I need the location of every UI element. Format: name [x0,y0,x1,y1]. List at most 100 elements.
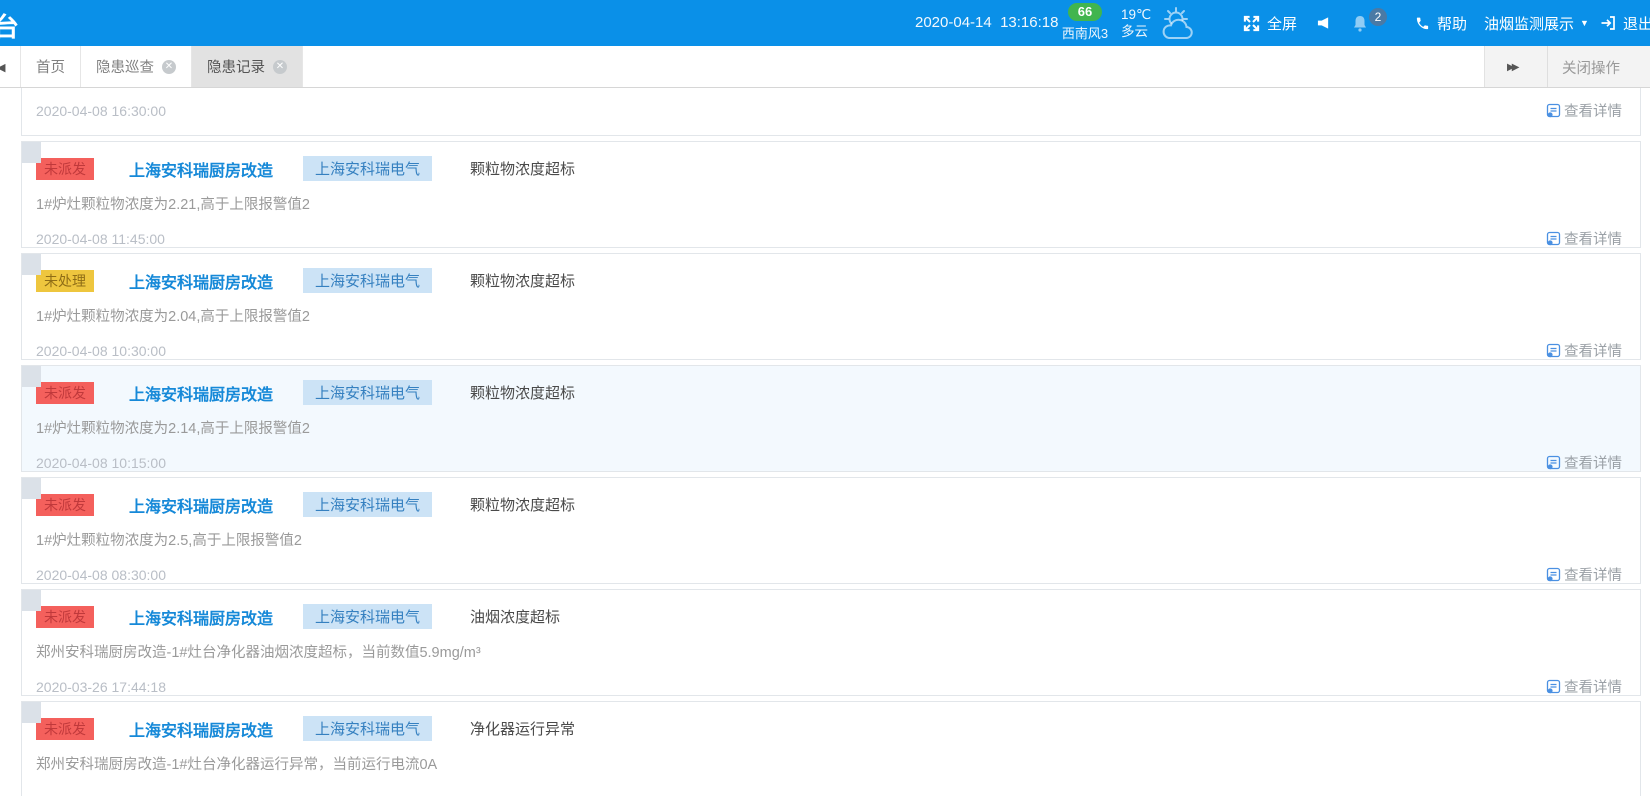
status-badge: 未处理 [36,270,94,292]
view-details-link[interactable]: 查看详情 [1546,228,1622,249]
card-footer: 2020-04-08 10:15:00 查看详情 [36,452,1622,473]
app-switcher-label: 油烟监测展示 [1484,13,1574,34]
card-header-row: 未派发 上海安科瑞厨房改造 上海安科瑞电气 颗粒物浓度超标 [36,493,1622,516]
chevron-down-icon: ▼ [1580,18,1589,28]
bell-icon [1352,15,1368,32]
hazard-type: 颗粒物浓度超标 [470,382,575,403]
top-header: 台 2020-04-14 13:16:18 66 西南风3 19℃ 多云 全屏 [0,0,1650,46]
status-badge: 未派发 [36,158,94,180]
tab-label: 隐患记录 [207,56,265,77]
notification-count-badge[interactable]: 2 [1369,8,1387,26]
hazard-type: 颗粒物浓度超标 [470,270,575,291]
hazard-card: 未处理 上海安科瑞厨房改造 上海安科瑞电气 颗粒物浓度超标 1#炉灶颗粒物浓度为… [21,253,1641,360]
card-header-row: 未派发 上海安科瑞厨房改造 上海安科瑞电气 颗粒物浓度超标 [36,381,1622,404]
hazard-description: 1#炉灶颗粒物浓度为2.21,高于上限报警值2 [36,193,1622,214]
wind-label: 西南风3 [1050,23,1120,42]
org-badge: 上海安科瑞电气 [303,492,432,517]
logout-label: 退出 [1623,13,1650,34]
hazard-type: 颗粒物浓度超标 [470,158,575,179]
hazard-description: 1#炉灶颗粒物浓度为2.14,高于上限报警值2 [36,417,1622,438]
aqi-badge: 66 [1068,3,1102,21]
temperature-label: 19℃ [1121,6,1151,23]
weather-icon [1156,5,1200,43]
app-switcher-dropdown[interactable]: 油烟监测展示 ▼ [1484,0,1589,46]
app-logo: 台 [0,7,19,44]
org-badge: 上海安科瑞电气 [303,604,432,629]
card-header-row: 未派发 上海安科瑞厨房改造 上海安科瑞电气 油烟浓度超标 [36,605,1622,628]
logout-icon [1600,15,1616,31]
mute-button[interactable] [1317,0,1330,46]
close-operations-dropdown[interactable]: 关闭操作 [1562,57,1620,78]
tab-overflow-controls: ▶▶ 关闭操作 [1484,46,1650,88]
view-details-link[interactable]: 查看详情 [1546,100,1622,121]
card-corner-decoration [22,142,41,163]
hazard-type: 颗粒物浓度超标 [470,494,575,515]
hazard-card-partial: 2020-04-08 16:30:00 查看详情 [21,88,1641,136]
tab-close-icon[interactable]: ✕ [162,60,176,74]
speaker-icon [1317,16,1330,30]
card-footer: 2020-03-26 17:44:18 查看详情 [36,676,1622,697]
status-badge: 未派发 [36,494,94,516]
hazard-description: 1#炉灶颗粒物浓度为2.5,高于上限报警值2 [36,529,1622,550]
card-header-row: 未派发 上海安科瑞厨房改造 上海安科瑞电气 颗粒物浓度超标 [36,157,1622,180]
hazard-description: 郑州安科瑞厨房改造-1#灶台净化器运行异常，当前运行电流0A [36,753,1622,774]
view-details-link[interactable]: 查看详情 [1546,340,1622,361]
fullscreen-button[interactable]: 全屏 [1243,0,1297,46]
project-link[interactable]: 上海安科瑞厨房改造 [129,381,273,405]
card-corner-decoration [22,478,41,499]
card-footer: 2020-04-08 08:30:00 查看详情 [36,564,1622,585]
details-icon [1546,567,1561,582]
project-link[interactable]: 上海安科瑞厨房改造 [129,269,273,293]
record-time: 2020-03-26 17:44:18 [36,679,166,695]
view-details-link[interactable]: 查看详情 [1546,676,1622,697]
card-header-row: 未派发 上海安科瑞厨房改造 上海安科瑞电气 净化器运行异常 [36,717,1622,740]
hazard-type: 净化器运行异常 [470,718,575,739]
hazard-card-highlighted: 未派发 上海安科瑞厨房改造 上海安科瑞电气 颗粒物浓度超标 1#炉灶颗粒物浓度为… [21,365,1641,472]
card-footer: 2020-04-08 11:45:00 查看详情 [36,228,1622,249]
record-time: 2020-04-08 08:30:00 [36,567,166,583]
org-badge: 上海安科瑞电气 [303,716,432,741]
card-corner-decoration [22,590,41,611]
record-time: 2020-04-08 10:15:00 [36,455,166,471]
tab-close-icon[interactable]: ✕ [273,60,287,74]
org-badge: 上海安科瑞电气 [303,380,432,405]
hazard-description: 郑州安科瑞厨房改造-1#灶台净化器油烟浓度超标，当前数值5.9mg/m³ [36,641,1622,662]
card-header-row: 未处理 上海安科瑞厨房改造 上海安科瑞电气 颗粒物浓度超标 [36,269,1622,292]
record-time: 2020-04-08 16:30:00 [36,103,166,119]
project-link[interactable]: 上海安科瑞厨房改造 [129,605,273,629]
details-icon [1546,679,1561,694]
divider [1547,46,1548,88]
project-link[interactable]: 上海安科瑞厨房改造 [129,493,273,517]
tab-scroll-right-icon[interactable]: ▶▶ [1507,62,1547,73]
card-footer: 2020-04-08 10:30:00 查看详情 [36,340,1622,361]
project-link[interactable]: 上海安科瑞厨房改造 [129,717,273,741]
tab-scroll-left-icon[interactable]: ◀ [0,46,5,88]
details-icon [1546,343,1561,358]
hazard-card: 未派发 上海安科瑞厨房改造 上海安科瑞电气 颗粒物浓度超标 1#炉灶颗粒物浓度为… [21,141,1641,248]
view-details-link[interactable]: 查看详情 [1546,452,1622,473]
card-corner-decoration [22,366,41,387]
hazard-description: 1#炉灶颗粒物浓度为2.04,高于上限报警值2 [36,305,1622,326]
details-icon [1546,103,1561,118]
record-time: 2020-04-08 10:30:00 [36,343,166,359]
card-corner-decoration [22,702,41,723]
tab-hazard-inspection[interactable]: 隐患巡查 ✕ [81,46,192,87]
tab-label: 隐患巡查 [96,56,154,77]
hazard-card: 未派发 上海安科瑞厨房改造 上海安科瑞电气 净化器运行异常 郑州安科瑞厨房改造-… [21,701,1641,796]
view-details-link[interactable]: 查看详情 [1546,564,1622,585]
notifications-button[interactable] [1352,0,1368,46]
help-label: 帮助 [1437,13,1467,34]
tabs-group: 首页 隐患巡查 ✕ 隐患记录 ✕ [20,46,303,87]
tab-home[interactable]: 首页 [20,46,81,87]
logout-button[interactable]: 退出 [1600,0,1650,46]
tab-hazard-records[interactable]: 隐患记录 ✕ [192,46,303,87]
project-link[interactable]: 上海安科瑞厨房改造 [129,157,273,181]
card-corner-decoration [22,254,41,275]
aqi-wind-group: 66 西南风3 [1050,3,1120,42]
details-icon [1546,455,1561,470]
org-badge: 上海安科瑞电气 [303,156,432,181]
help-button[interactable]: 帮助 [1415,0,1467,46]
phone-icon [1415,16,1430,31]
details-icon [1546,231,1561,246]
header-datetime: 2020-04-14 13:16:18 [915,14,1058,31]
